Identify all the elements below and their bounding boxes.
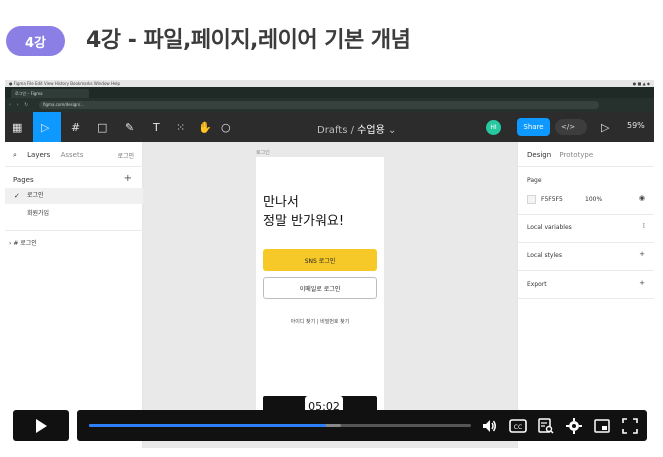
browser-tab[interactable]: 로그인 – Figma bbox=[11, 89, 89, 98]
page-item-login[interactable]: ✓ 로그인 bbox=[5, 188, 143, 204]
page-item-label: 로그인 bbox=[27, 192, 44, 199]
text-tool-icon[interactable]: T bbox=[153, 119, 160, 135]
move-tool-button[interactable]: ▷ bbox=[33, 112, 61, 142]
page-color-swatch[interactable] bbox=[527, 195, 536, 204]
page-color-hex[interactable]: F5F5F5 bbox=[541, 196, 563, 203]
play-button[interactable] bbox=[13, 410, 69, 441]
tab-layers[interactable]: Layers bbox=[27, 151, 50, 159]
page-section-label: Page bbox=[527, 177, 542, 184]
page-item-signup[interactable]: 회원가입 bbox=[5, 206, 143, 222]
page-color-opacity[interactable]: 100% bbox=[585, 196, 602, 203]
os-status-icons: ● ■ ▲ ◆ bbox=[632, 81, 650, 86]
divider bbox=[518, 214, 654, 215]
pen-tool-icon[interactable]: ✎ bbox=[125, 119, 134, 135]
add-style-icon[interactable]: + bbox=[639, 250, 645, 258]
tab-prototype[interactable]: Prototype bbox=[559, 151, 593, 159]
comment-tool-icon[interactable]: ○ bbox=[221, 119, 231, 135]
share-button[interactable]: Share bbox=[517, 118, 550, 136]
layer-item-label: 로그인 bbox=[20, 240, 37, 247]
file-name[interactable]: 수업용 bbox=[357, 125, 385, 136]
page-select[interactable]: 로그인 bbox=[117, 151, 134, 160]
divider bbox=[5, 166, 143, 167]
avatar[interactable]: HI bbox=[486, 120, 501, 135]
layer-item[interactable]: › # 로그인 bbox=[9, 238, 37, 247]
picture-in-picture-icon[interactable] bbox=[593, 417, 611, 435]
svg-text:CC: CC bbox=[514, 424, 522, 431]
cursor-icon: ▷ bbox=[41, 120, 50, 134]
page: 4강 4강 - 파일,페이지,레이어 기본 개념 ● Figma File Ed… bbox=[0, 0, 663, 457]
frame-tool-icon[interactable]: # bbox=[71, 119, 80, 135]
captions-icon[interactable]: CC bbox=[509, 417, 527, 435]
dev-mode-toggle[interactable]: </> bbox=[555, 119, 587, 135]
left-panel: ⌕ Layers Assets 로그인 Pages + ✓ 로그인 회원가입 ›… bbox=[5, 142, 143, 448]
sns-login-button[interactable]: SNS 로그인 bbox=[263, 249, 377, 271]
local-variables-label[interactable]: Local variables bbox=[527, 224, 572, 231]
play-icon bbox=[36, 418, 47, 433]
present-icon[interactable]: ▷ bbox=[601, 119, 609, 135]
email-login-button[interactable]: 이메일로 로그인 bbox=[263, 277, 377, 299]
video-player[interactable]: ● Figma File Edit View History Bookmarks… bbox=[5, 80, 654, 448]
video-control-bar: CC bbox=[77, 410, 647, 441]
progress-played bbox=[89, 424, 326, 427]
lesson-number-badge: 4강 bbox=[6, 26, 65, 56]
search-icon[interactable]: ⌕ bbox=[13, 151, 17, 159]
lesson-header: 4강 4강 - 파일,페이지,레이어 기본 개념 bbox=[0, 0, 663, 80]
tab-design[interactable]: Design bbox=[527, 151, 551, 159]
divider bbox=[518, 166, 654, 167]
hand-tool-icon[interactable]: ✋ bbox=[198, 119, 212, 135]
login-frame[interactable]: 만나서 정말 반가워요! SNS 로그인 이메일로 로그인 아이디 찾기 | 비… bbox=[256, 157, 384, 417]
lesson-title: 4강 - 파일,페이지,레이어 기본 개념 bbox=[86, 28, 411, 53]
divider bbox=[518, 242, 654, 243]
main-menu-icon[interactable]: ▦ bbox=[12, 119, 22, 135]
left-panel-tabs: ⌕ Layers Assets bbox=[13, 151, 91, 160]
export-label[interactable]: Export bbox=[527, 281, 547, 288]
divider bbox=[518, 270, 654, 271]
browser-nav-icons[interactable]: ‹ › ↻ bbox=[9, 102, 30, 108]
eye-icon[interactable]: ◉ bbox=[639, 194, 645, 202]
heading-line: 만나서 bbox=[263, 195, 299, 210]
frame-heading[interactable]: 만나서 정말 반가워요! bbox=[263, 193, 344, 231]
rectangle-tool-icon[interactable]: □ bbox=[97, 119, 107, 135]
variables-icon[interactable]: ⁞ bbox=[643, 222, 645, 230]
local-styles-label[interactable]: Local styles bbox=[527, 252, 562, 259]
zoom-level[interactable]: 59% bbox=[627, 121, 645, 130]
chevron-down-icon: ⌄ bbox=[387, 125, 397, 136]
resources-icon[interactable]: ⁙ bbox=[176, 119, 185, 135]
chevron-right-icon[interactable]: › bbox=[9, 240, 11, 247]
tab-assets[interactable]: Assets bbox=[61, 151, 84, 159]
add-page-icon[interactable]: + bbox=[124, 173, 132, 184]
url-field[interactable]: figma.com/design/... bbox=[39, 101, 599, 109]
os-menu-bar: ● Figma File Edit View History Bookmarks… bbox=[5, 80, 654, 87]
os-app-menu: ● Figma File Edit View History Bookmarks… bbox=[9, 81, 121, 86]
divider bbox=[518, 298, 654, 299]
transcript-icon[interactable] bbox=[537, 417, 555, 435]
browser-address-bar: ‹ › ↻ figma.com/design/... bbox=[5, 98, 654, 112]
divider bbox=[5, 230, 143, 231]
figma-toolbar: ▦ ▷ # □ ✎ T ⁙ ✋ ○ Drafts / 수업용 ⌄ HI Shar… bbox=[5, 112, 654, 142]
page-item-label: 회원가입 bbox=[27, 210, 50, 217]
volume-icon[interactable] bbox=[480, 417, 498, 435]
fullscreen-icon[interactable] bbox=[621, 417, 639, 435]
browser-tab-bar: 로그인 – Figma bbox=[5, 87, 654, 98]
frame-label[interactable]: 로그인 bbox=[256, 149, 270, 156]
right-panel: Design Prototype Page F5F5F5 100% ◉ Loca… bbox=[517, 142, 654, 448]
check-icon: ✓ bbox=[14, 192, 20, 200]
add-export-icon[interactable]: + bbox=[639, 279, 645, 287]
settings-gear-icon[interactable] bbox=[565, 417, 583, 435]
heading-line: 정말 반가워요! bbox=[263, 214, 345, 229]
breadcrumb-root[interactable]: Drafts bbox=[317, 125, 347, 136]
find-account-links[interactable]: 아이디 찾기 | 비밀번호 찾기 bbox=[256, 318, 384, 325]
pages-heading: Pages bbox=[13, 176, 34, 184]
progress-bar[interactable] bbox=[89, 424, 471, 427]
right-panel-tabs: Design Prototype bbox=[527, 151, 599, 159]
file-breadcrumb[interactable]: Drafts / 수업용 ⌄ bbox=[317, 121, 396, 136]
breadcrumb-separator: / bbox=[350, 125, 354, 136]
